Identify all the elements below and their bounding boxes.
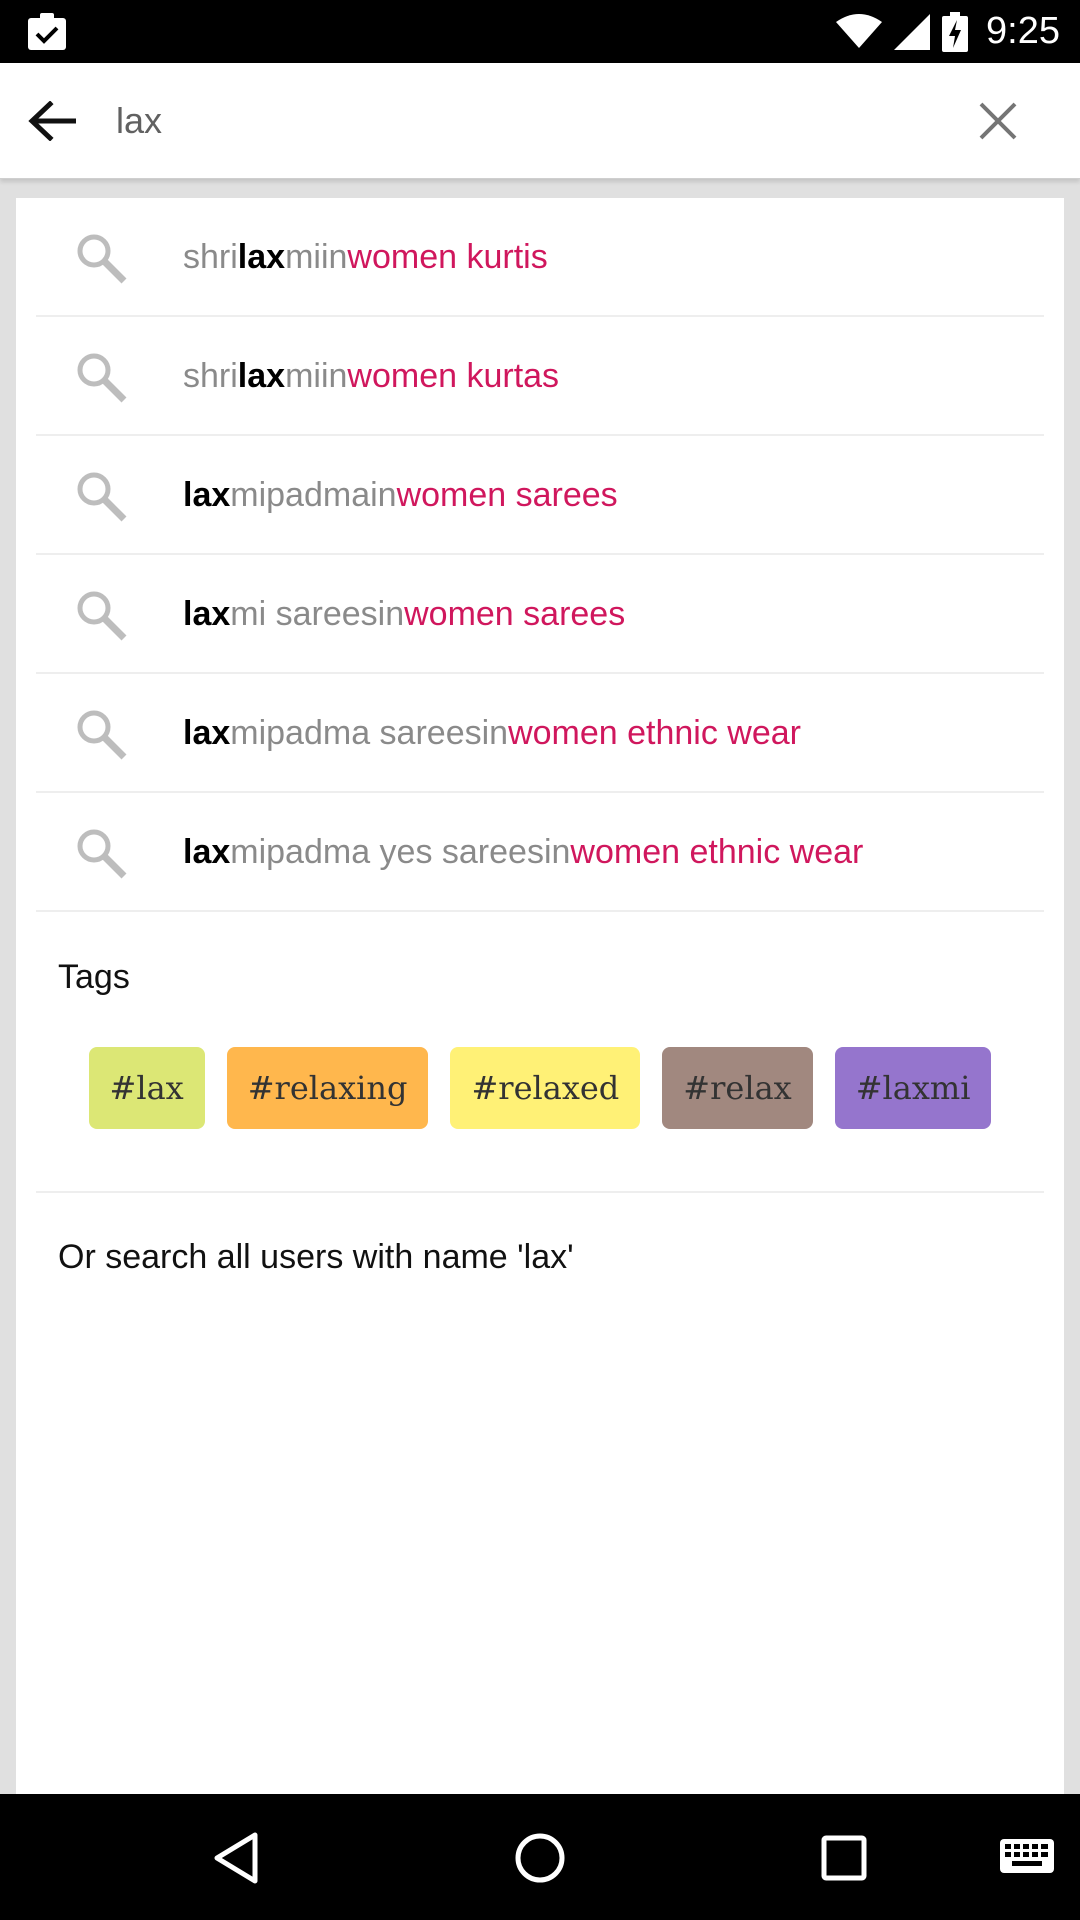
suggestion-item[interactable]: shri lax mi in women kurtas [36, 317, 1044, 436]
suggestion-in: in [320, 238, 348, 276]
suggestion-rest: mipadma sarees [230, 714, 482, 752]
nav-back-button[interactable] [200, 1822, 272, 1894]
suggestion-category: women ethnic wear [570, 833, 864, 871]
search-icon [77, 353, 127, 403]
home-circle-icon [515, 1833, 565, 1883]
suggestion-category: women sarees [396, 476, 618, 514]
search-toolbar [0, 63, 1080, 179]
tags-row: #lax #relaxing #relaxed #relax #laxmi [16, 1047, 1064, 1129]
back-button[interactable] [24, 93, 80, 149]
suggestion-item[interactable]: lax mi sarees in women sarees [36, 555, 1044, 674]
keyboard-icon [1000, 1839, 1054, 1873]
search-icon [77, 829, 127, 879]
suggestion-rest: mi sarees [230, 595, 378, 633]
suggestion-text: shri lax mi in women kurtas [183, 317, 559, 436]
suggestion-highlight: lax [183, 476, 231, 514]
clear-search-button[interactable] [970, 93, 1026, 149]
suggestion-item[interactable]: lax mipadma sarees in women ethnic wear [36, 674, 1044, 793]
search-icon [77, 591, 127, 641]
suggestion-item[interactable]: lax mipadma yes sarees in women ethnic we… [36, 793, 1044, 912]
suggestion-category: women kurtis [347, 238, 548, 276]
tags-title: Tags [58, 958, 130, 996]
suggestion-text: lax mi sarees in women sarees [183, 555, 625, 674]
suggestion-text: lax mipadma sarees in women ethnic wear [183, 674, 801, 793]
status-bar: 9:25 [0, 0, 1080, 63]
suggestion-text: lax mipadma yes sarees in women ethnic we… [183, 793, 863, 912]
divider [36, 1191, 1044, 1193]
suggestion-item[interactable]: lax mipadma in women sarees [36, 436, 1044, 555]
clipboard-check-icon [28, 13, 66, 50]
suggestion-in: in [320, 357, 348, 395]
system-nav-bar [0, 1794, 1080, 1920]
search-icon [77, 710, 127, 760]
suggestions-card: shri lax mi in women kurtis shri lax mi in… [16, 198, 1064, 1794]
suggestion-rest: mipadma yes sarees [230, 833, 544, 871]
suggestion-category: women sarees [404, 595, 626, 633]
suggestion-highlight: lax [237, 357, 286, 395]
tag-chip[interactable]: #relaxed [450, 1047, 641, 1129]
recents-square-icon [821, 1835, 867, 1881]
search-users-link[interactable]: Or search all users with name 'lax' [58, 1238, 574, 1277]
suggestion-rest: mipadma [230, 476, 371, 514]
suggestion-highlight: lax [183, 833, 231, 871]
suggestion-category: women kurtas [347, 357, 560, 395]
arrow-back-icon [28, 101, 76, 141]
suggestion-in: in [481, 714, 509, 752]
tag-chip[interactable]: #relaxing [226, 1047, 429, 1129]
suggestion-prefix: shri [183, 238, 238, 276]
suggestion-highlight: lax [183, 595, 231, 633]
search-icon [77, 472, 127, 522]
nav-keyboard-button[interactable] [992, 1822, 1062, 1894]
back-triangle-icon [214, 1832, 258, 1884]
nav-home-button[interactable] [504, 1822, 576, 1894]
suggestion-prefix: shri [183, 357, 238, 395]
signal-icon [894, 13, 931, 50]
suggestion-highlight: lax [237, 238, 286, 276]
tag-chip[interactable]: #laxmi [834, 1047, 992, 1129]
close-icon [979, 102, 1017, 140]
search-input[interactable] [116, 93, 916, 149]
suggestion-in: in [370, 476, 397, 514]
suggestion-category: women ethnic wear [508, 714, 801, 752]
suggestion-in: in [543, 833, 571, 871]
suggestion-rest: mi [285, 357, 321, 395]
tag-chip[interactable]: #lax [88, 1047, 205, 1129]
status-time: 9:25 [986, 10, 1060, 52]
suggestion-highlight: lax [183, 714, 231, 752]
tag-chip[interactable]: #relax [662, 1047, 813, 1129]
suggestion-text: lax mipadma in women sarees [183, 436, 618, 555]
battery-charging-icon [942, 11, 969, 52]
wifi-icon [836, 13, 883, 48]
suggestion-item[interactable]: shri lax mi in women kurtis [36, 198, 1044, 317]
nav-recents-button[interactable] [808, 1822, 880, 1894]
suggestion-in: in [377, 595, 405, 633]
search-icon [77, 234, 127, 284]
suggestion-text: shri lax mi in women kurtis [183, 198, 548, 317]
suggestion-rest: mi [285, 238, 321, 276]
